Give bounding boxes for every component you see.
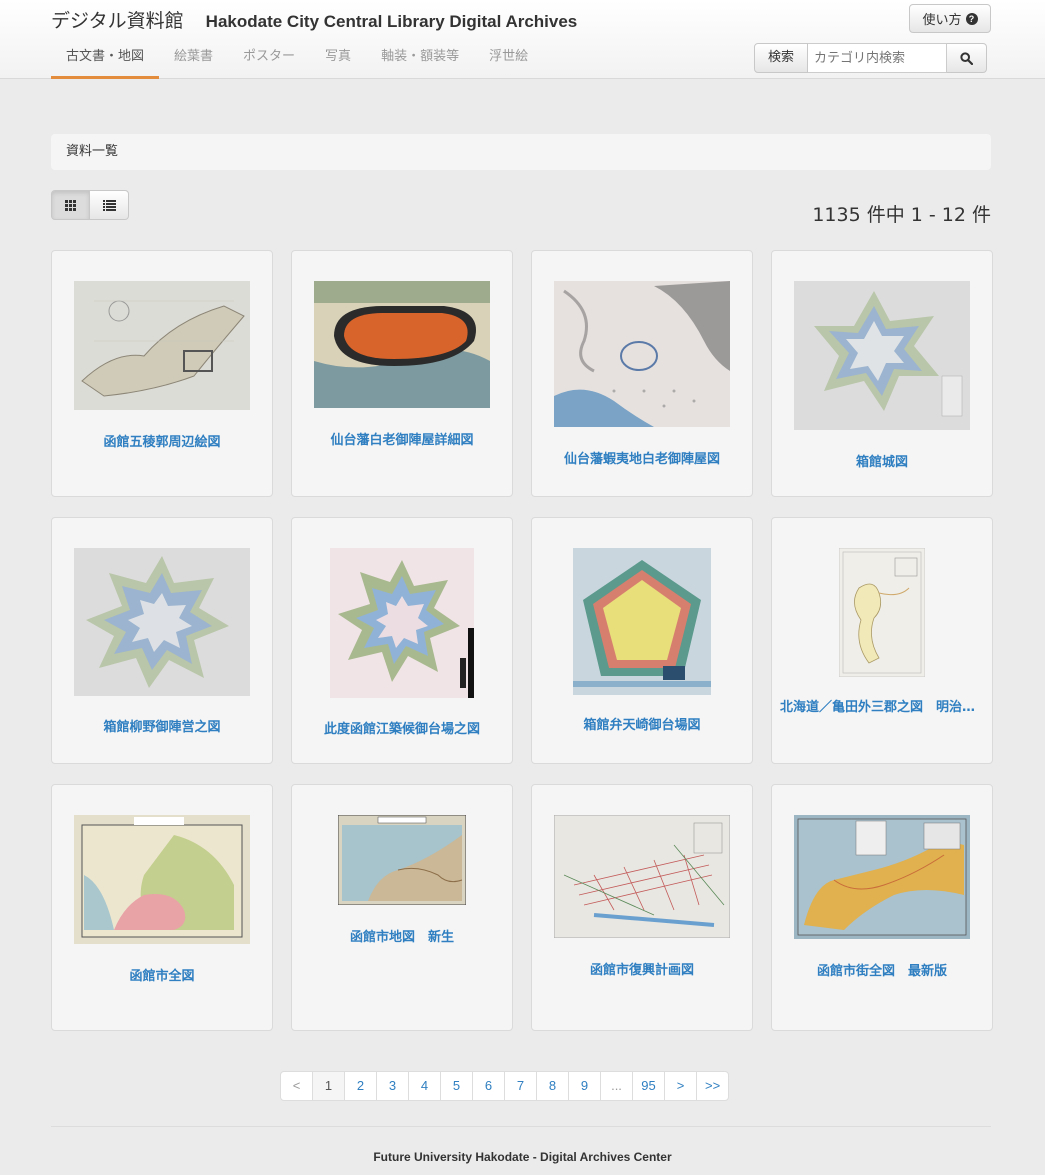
grid-icon [65, 199, 76, 211]
top-navbar: デジタル資料館 Hakodate City Central Library Di… [0, 0, 1045, 79]
item-card[interactable]: 仙台藩白老御陣屋詳細図 [291, 250, 513, 497]
item-thumbnail[interactable] [74, 815, 250, 944]
page-button-5[interactable]: 5 [440, 1071, 473, 1101]
item-thumbnail[interactable] [794, 281, 970, 430]
item-card[interactable]: 函館市地図 新生 [291, 784, 513, 1031]
item-thumbnail[interactable] [330, 548, 474, 698]
item-title[interactable]: 函館市全図 [60, 965, 264, 984]
item-card[interactable]: 仙台藩蝦夷地白老御陣屋図 [531, 250, 753, 497]
tab-documents-maps[interactable]: 古文書・地図 [51, 38, 160, 79]
tab-scrolls-frames[interactable]: 軸装・額装等 [366, 38, 474, 79]
help-label: 使い方 [922, 13, 962, 28]
page-button-4[interactable]: 4 [408, 1071, 441, 1101]
list-icon [102, 199, 116, 211]
item-thumbnail[interactable] [839, 548, 925, 677]
item-title[interactable]: 箱館弁天崎御台場図 [540, 714, 744, 733]
item-thumbnail[interactable] [573, 548, 711, 695]
page-button-2[interactable]: 2 [344, 1071, 377, 1101]
view-toggle [51, 190, 129, 220]
page-button-7[interactable]: 7 [504, 1071, 537, 1101]
prev-page-button[interactable]: < [280, 1071, 313, 1101]
item-thumbnail[interactable] [794, 815, 970, 939]
page-button-95[interactable]: 95 [632, 1071, 665, 1101]
item-thumbnail[interactable] [74, 281, 250, 410]
item-thumbnail[interactable] [554, 281, 730, 427]
item-card[interactable]: 函館市街全図 最新版 [771, 784, 993, 1031]
tab-ukiyoe[interactable]: 浮世絵 [474, 38, 543, 79]
site-title-ja[interactable]: デジタル資料館 [51, 10, 184, 32]
item-title[interactable]: 函館市復興計画図 [540, 959, 744, 978]
page-button-6[interactable]: 6 [472, 1071, 505, 1101]
item-card[interactable]: 箱館柳野御陣営之図 [51, 517, 273, 764]
search-scope-button[interactable]: 検索 [754, 43, 808, 73]
item-title[interactable]: 函館市地図 新生 [300, 926, 504, 945]
item-grid: 函館五稜郭周辺絵図 仙台藩白老御陣屋詳細図 仙台藩蝦夷地白老御陣屋図 箱館城図 … [51, 250, 993, 1031]
item-thumbnail[interactable] [314, 281, 490, 408]
question-circle-icon: ? [965, 12, 978, 25]
item-card[interactable]: 箱館弁天崎御台場図 [531, 517, 753, 764]
next-page-button[interactable]: > [664, 1071, 697, 1101]
category-search: 検索 [754, 43, 987, 73]
item-card[interactable]: 箱館城図 [771, 250, 993, 497]
footer-text: Future University Hakodate - Digital Arc… [373, 1150, 672, 1164]
list-view-button[interactable] [90, 190, 129, 220]
result-count: 1135 件中 1 - 12 件 [812, 204, 991, 226]
help-button[interactable]: 使い方 ? [909, 4, 991, 33]
tab-postcards[interactable]: 絵葉書 [159, 38, 228, 79]
last-page-button[interactable]: >> [696, 1071, 730, 1101]
item-title[interactable]: 仙台藩白老御陣屋詳細図 [300, 429, 504, 448]
footer-divider [51, 1126, 991, 1127]
item-card[interactable]: 函館市全図 [51, 784, 273, 1031]
tab-photos[interactable]: 写真 [310, 38, 366, 79]
page-button-3[interactable]: 3 [376, 1071, 409, 1101]
search-input[interactable] [808, 43, 947, 73]
item-title[interactable]: 函館市街全図 最新版 [780, 960, 984, 979]
page-button-9[interactable]: 9 [568, 1071, 601, 1101]
search-submit-button[interactable] [947, 43, 987, 73]
grid-view-button[interactable] [51, 190, 90, 220]
site-brand[interactable]: デジタル資料館 Hakodate City Central Library Di… [51, 6, 577, 33]
item-card[interactable]: 函館市復興計画図 [531, 784, 753, 1031]
item-thumbnail[interactable] [338, 815, 466, 905]
item-title[interactable]: 仙台藩蝦夷地白老御陣屋図 [540, 448, 744, 467]
item-title[interactable]: 箱館城図 [780, 451, 984, 470]
item-title[interactable]: 箱館柳野御陣営之図 [60, 716, 264, 735]
item-card[interactable]: 北海道／亀田外三郡之図 明治十六年製図 [771, 517, 993, 764]
item-title[interactable]: 此度函館江築候御台場之図 [300, 718, 504, 737]
item-title[interactable]: 北海道／亀田外三郡之図 明治十六年製図 [780, 696, 984, 715]
page-button-8[interactable]: 8 [536, 1071, 569, 1101]
item-card[interactable]: 函館五稜郭周辺絵図 [51, 250, 273, 497]
breadcrumb: 資料一覧 [51, 134, 991, 170]
item-thumbnail[interactable] [74, 548, 250, 696]
tab-posters[interactable]: ポスター [228, 38, 310, 79]
item-card[interactable]: 此度函館江築候御台場之図 [291, 517, 513, 764]
category-tabs: 古文書・地図 絵葉書 ポスター 写真 軸装・額装等 浮世絵 [51, 38, 543, 79]
pagination: < 1 2 3 4 5 6 7 8 9 ... 95 > >> [280, 1071, 730, 1101]
item-thumbnail[interactable] [554, 815, 730, 938]
item-title[interactable]: 函館五稜郭周辺絵図 [60, 431, 264, 450]
search-icon [960, 51, 973, 65]
page-button-1[interactable]: 1 [312, 1071, 345, 1101]
page-ellipsis: ... [600, 1071, 633, 1101]
site-title-en[interactable]: Hakodate City Central Library Digital Ar… [206, 12, 578, 31]
